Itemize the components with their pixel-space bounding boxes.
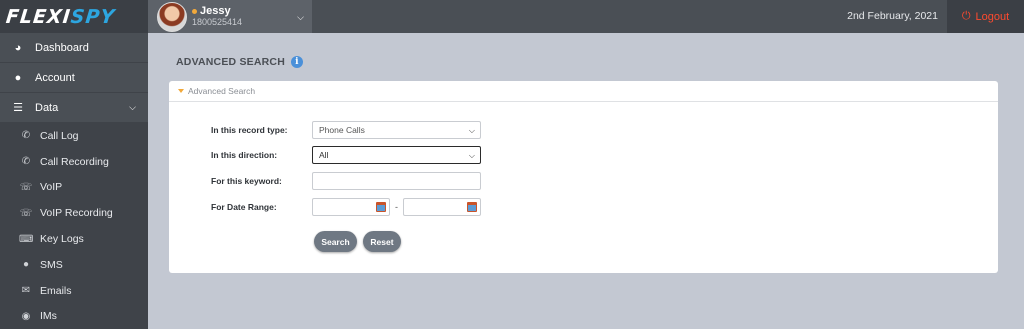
date-range-row: For Date Range: - — [211, 198, 481, 216]
date-to-input[interactable] — [403, 198, 481, 216]
keyboard-icon: ⌨ — [19, 233, 34, 245]
phone-icon: ✆ — [21, 130, 31, 142]
sidebar-item-label: IMs — [40, 310, 57, 323]
sidebar-item-label: VoIP — [40, 181, 63, 194]
sidebar-item-data[interactable]: ☰ Data ⌵ — [0, 93, 148, 123]
date-separator: - — [395, 202, 398, 212]
direction-label: In this direction: — [211, 150, 278, 160]
sidebar: ◕ Dashboard ● Account ☰ Data ⌵ ✆ Call Lo… — [0, 33, 148, 329]
record-type-row: In this record type: Phone Calls ⌵ — [211, 121, 481, 139]
user-menu[interactable]: Jessy 1800525414 ⌵ — [148, 0, 312, 33]
record-type-label: In this record type: — [211, 125, 288, 135]
sidebar-item-label: Call Log — [40, 129, 79, 142]
panel-header[interactable]: Advanced Search — [169, 81, 998, 102]
calendar-icon[interactable] — [376, 202, 386, 212]
info-icon[interactable]: i — [290, 56, 303, 68]
sidebar-item-label: Account — [35, 71, 75, 84]
user-phone: 1800525414 — [192, 16, 243, 27]
date-range-label: For Date Range: — [211, 202, 277, 212]
logout-label: Logout — [975, 10, 1010, 23]
sidebar-item-key-logs[interactable]: ⌨ Key Logs — [0, 226, 148, 252]
sidebar-item-dashboard[interactable]: ◕ Dashboard — [0, 33, 148, 63]
chevron-down-icon: ⌵ — [468, 126, 475, 135]
logo-text-right: SPY — [69, 5, 117, 28]
sidebar-item-emails[interactable]: ✉ Emails — [0, 278, 148, 304]
voip-icon: ☏ — [19, 181, 33, 193]
power-icon: ⏻ — [961, 10, 971, 22]
sidebar-item-voip-recording[interactable]: ☏ VoIP Recording — [0, 200, 148, 226]
direction-value: All — [319, 150, 329, 160]
sidebar-item-label: Emails — [40, 284, 72, 297]
user-name: Jessy — [200, 4, 231, 17]
page-title-text: ADVANCED SEARCH — [176, 56, 285, 68]
sidebar-item-call-recording[interactable]: ✆ Call Recording — [0, 149, 148, 175]
chat-bubble-icon: ● — [22, 259, 30, 271]
sidebar-item-label: Data — [35, 101, 59, 114]
record-type-select[interactable]: Phone Calls ⌵ — [312, 121, 481, 139]
sidebar-item-label: Call Recording — [40, 155, 109, 168]
brand-logo[interactable]: FLEXISPY — [0, 0, 148, 33]
sidebar-item-voip[interactable]: ☏ VoIP — [0, 175, 148, 201]
voip-recording-icon: ☏ — [19, 207, 33, 219]
sidebar-item-label: Dashboard — [35, 41, 89, 54]
top-bar: FLEXISPY Jessy 1800525414 ⌵ 2nd February… — [0, 0, 1024, 33]
sidebar-item-label: SMS — [40, 258, 63, 271]
avatar — [157, 1, 187, 32]
keyword-row: For this keyword: — [211, 172, 481, 190]
panel-header-label: Advanced Search — [188, 86, 256, 96]
envelope-icon: ✉ — [21, 285, 31, 297]
sidebar-item-call-log[interactable]: ✆ Call Log — [0, 123, 148, 149]
direction-select[interactable]: All ⌵ — [312, 146, 481, 164]
keyword-label: For this keyword: — [211, 176, 282, 186]
chevron-down-icon: ⌵ — [468, 151, 475, 160]
search-button[interactable]: Search — [314, 231, 357, 252]
chevron-down-icon: ⌵ — [129, 102, 136, 112]
caret-down-icon — [178, 89, 184, 93]
sidebar-item-account[interactable]: ● Account — [0, 63, 148, 93]
database-icon: ☰ — [13, 102, 23, 114]
record-type-value: Phone Calls — [319, 125, 365, 135]
user-icon: ● — [14, 71, 22, 84]
chevron-down-icon[interactable]: ⌵ — [297, 12, 304, 23]
direction-row: In this direction: All ⌵ — [211, 146, 481, 164]
dashboard-icon: ◕ — [14, 41, 22, 54]
logout-button[interactable]: ⏻ Logout — [947, 0, 1024, 33]
online-status-dot — [192, 8, 197, 14]
chat-icon: ◉ — [21, 310, 31, 322]
date-from-input[interactable] — [312, 198, 390, 216]
current-date: 2nd February, 2021 — [847, 10, 938, 22]
advanced-search-panel: Advanced Search In this record type: Pho… — [169, 81, 998, 273]
sidebar-item-label: Key Logs — [40, 233, 84, 246]
calendar-icon[interactable] — [467, 202, 477, 212]
reset-button[interactable]: Reset — [363, 231, 401, 252]
sidebar-item-sms[interactable]: ● SMS — [0, 252, 148, 278]
keyword-input[interactable] — [312, 172, 481, 190]
page-title: ADVANCED SEARCH i — [176, 56, 303, 68]
sidebar-item-ims[interactable]: ◉ IMs — [0, 304, 148, 329]
logo-text-left: FLEXI — [4, 5, 72, 28]
phone-recording-icon: ✆ — [21, 156, 31, 168]
sidebar-item-label: VoIP Recording — [40, 207, 113, 220]
